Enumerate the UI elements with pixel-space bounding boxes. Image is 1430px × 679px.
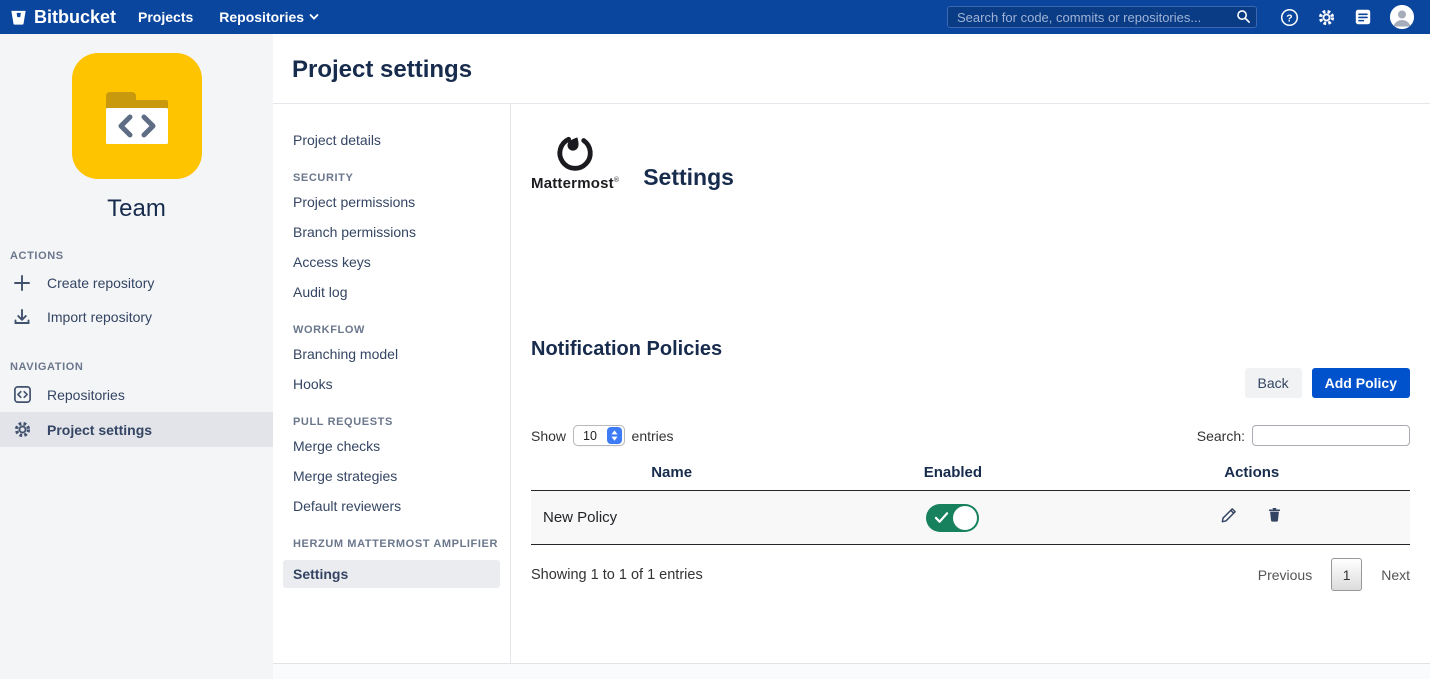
plugin-content: Mattermost® Settings Notification Polici… [511, 104, 1430, 663]
help-icon[interactable]: ? [1280, 8, 1299, 27]
settings-nav-item-branch-permissions[interactable]: Branch permissions [293, 224, 500, 240]
actions-section-label: ACTIONS [10, 250, 273, 262]
table-row: New Policy [531, 491, 1410, 545]
policies-table: Name Enabled Actions New Policy [531, 458, 1410, 545]
navigation-section-label: NAVIGATION [10, 361, 273, 373]
import-icon [12, 308, 32, 326]
main-area: Project settings Project details SECURIT… [273, 34, 1430, 679]
repositories-icon [12, 385, 32, 404]
gear-icon [12, 420, 32, 439]
toggle-knob [953, 506, 977, 530]
mattermost-wordmark: Mattermost® [531, 175, 619, 192]
project-sidebar: Team ACTIONS Create repository Import re… [0, 34, 273, 679]
table-search-label: Search: [1197, 428, 1245, 444]
mattermost-mark-icon [554, 131, 596, 173]
top-navbar: Bitbucket Projects Repositories ? [0, 0, 1430, 34]
previous-page-button[interactable]: Previous [1258, 567, 1312, 583]
policy-name-cell: New Policy [531, 491, 812, 545]
chevron-down-icon [309, 12, 319, 22]
mattermost-logo: Mattermost® [531, 131, 619, 192]
brand-name: Bitbucket [34, 7, 116, 28]
topnav-projects[interactable]: Projects [138, 9, 193, 25]
plus-icon [12, 274, 32, 292]
delete-policy-icon[interactable] [1266, 506, 1283, 524]
sidebar-item-repositories[interactable]: Repositories [0, 377, 273, 412]
enabled-toggle[interactable] [926, 504, 979, 532]
settings-nav-item-access-keys[interactable]: Access keys [293, 254, 500, 270]
gear-icon[interactable] [1317, 8, 1336, 27]
plugin-settings-title: Settings [643, 166, 734, 192]
column-header-enabled[interactable]: Enabled [812, 458, 1093, 491]
global-search [947, 6, 1257, 28]
select-stepper-icon [607, 427, 622, 444]
search-icon[interactable] [1236, 9, 1251, 29]
check-icon [934, 511, 949, 529]
settings-nav-item-merge-checks[interactable]: Merge checks [293, 438, 500, 454]
page-title: Project settings [273, 34, 1430, 104]
settings-nav-item-hooks[interactable]: Hooks [293, 376, 500, 392]
bitbucket-mark-icon [10, 9, 27, 26]
settings-nav-item-project-permissions[interactable]: Project permissions [293, 194, 500, 210]
next-page-button[interactable]: Next [1381, 567, 1410, 583]
page-1-button[interactable]: 1 [1331, 558, 1362, 591]
footer-strip [273, 664, 1430, 679]
settings-nav-item-branching-model[interactable]: Branching model [293, 346, 500, 362]
workflow-group-label: WORKFLOW [293, 324, 500, 336]
table-search-input[interactable] [1252, 425, 1410, 446]
settings-nav-item-merge-strategies[interactable]: Merge strategies [293, 468, 500, 484]
topnav-repositories[interactable]: Repositories [219, 9, 319, 25]
pull-requests-group-label: PULL REQUESTS [293, 416, 500, 428]
feedback-icon[interactable] [1354, 8, 1372, 26]
settings-nav-item-settings[interactable]: Settings [283, 560, 500, 588]
security-group-label: SECURITY [293, 172, 500, 184]
mattermost-group-label: HERZUM MATTERMOST AMPLIFIER [293, 538, 500, 550]
table-summary: Showing 1 to 1 of 1 entries [531, 567, 703, 583]
svg-text:?: ? [1286, 13, 1292, 24]
show-label: Show [531, 428, 566, 444]
settings-nav-item-project-details[interactable]: Project details [293, 132, 500, 148]
settings-nav-item-audit-log[interactable]: Audit log [293, 284, 500, 300]
page-size-select[interactable]: 10 [573, 425, 625, 446]
global-search-input[interactable] [947, 6, 1257, 28]
settings-nav: Project details SECURITY Project permiss… [273, 104, 511, 663]
pagination: Previous 1 Next [1258, 558, 1410, 591]
notification-policies-heading: Notification Policies [531, 338, 1410, 361]
code-folder-icon [103, 86, 171, 146]
bitbucket-logo[interactable]: Bitbucket [10, 7, 116, 28]
edit-policy-icon[interactable] [1220, 506, 1238, 524]
sidebar-item-create-repository[interactable]: Create repository [0, 266, 273, 300]
settings-nav-item-default-reviewers[interactable]: Default reviewers [293, 498, 500, 514]
project-name: Team [0, 195, 273, 223]
sidebar-item-import-repository[interactable]: Import repository [0, 300, 273, 334]
back-button[interactable]: Back [1245, 368, 1302, 398]
column-header-name[interactable]: Name [531, 458, 812, 491]
sidebar-item-project-settings[interactable]: Project settings [0, 412, 273, 447]
user-avatar[interactable] [1390, 5, 1414, 29]
project-avatar[interactable] [72, 53, 202, 179]
add-policy-button[interactable]: Add Policy [1312, 368, 1410, 398]
column-header-actions[interactable]: Actions [1094, 458, 1410, 491]
entries-label: entries [632, 428, 674, 444]
